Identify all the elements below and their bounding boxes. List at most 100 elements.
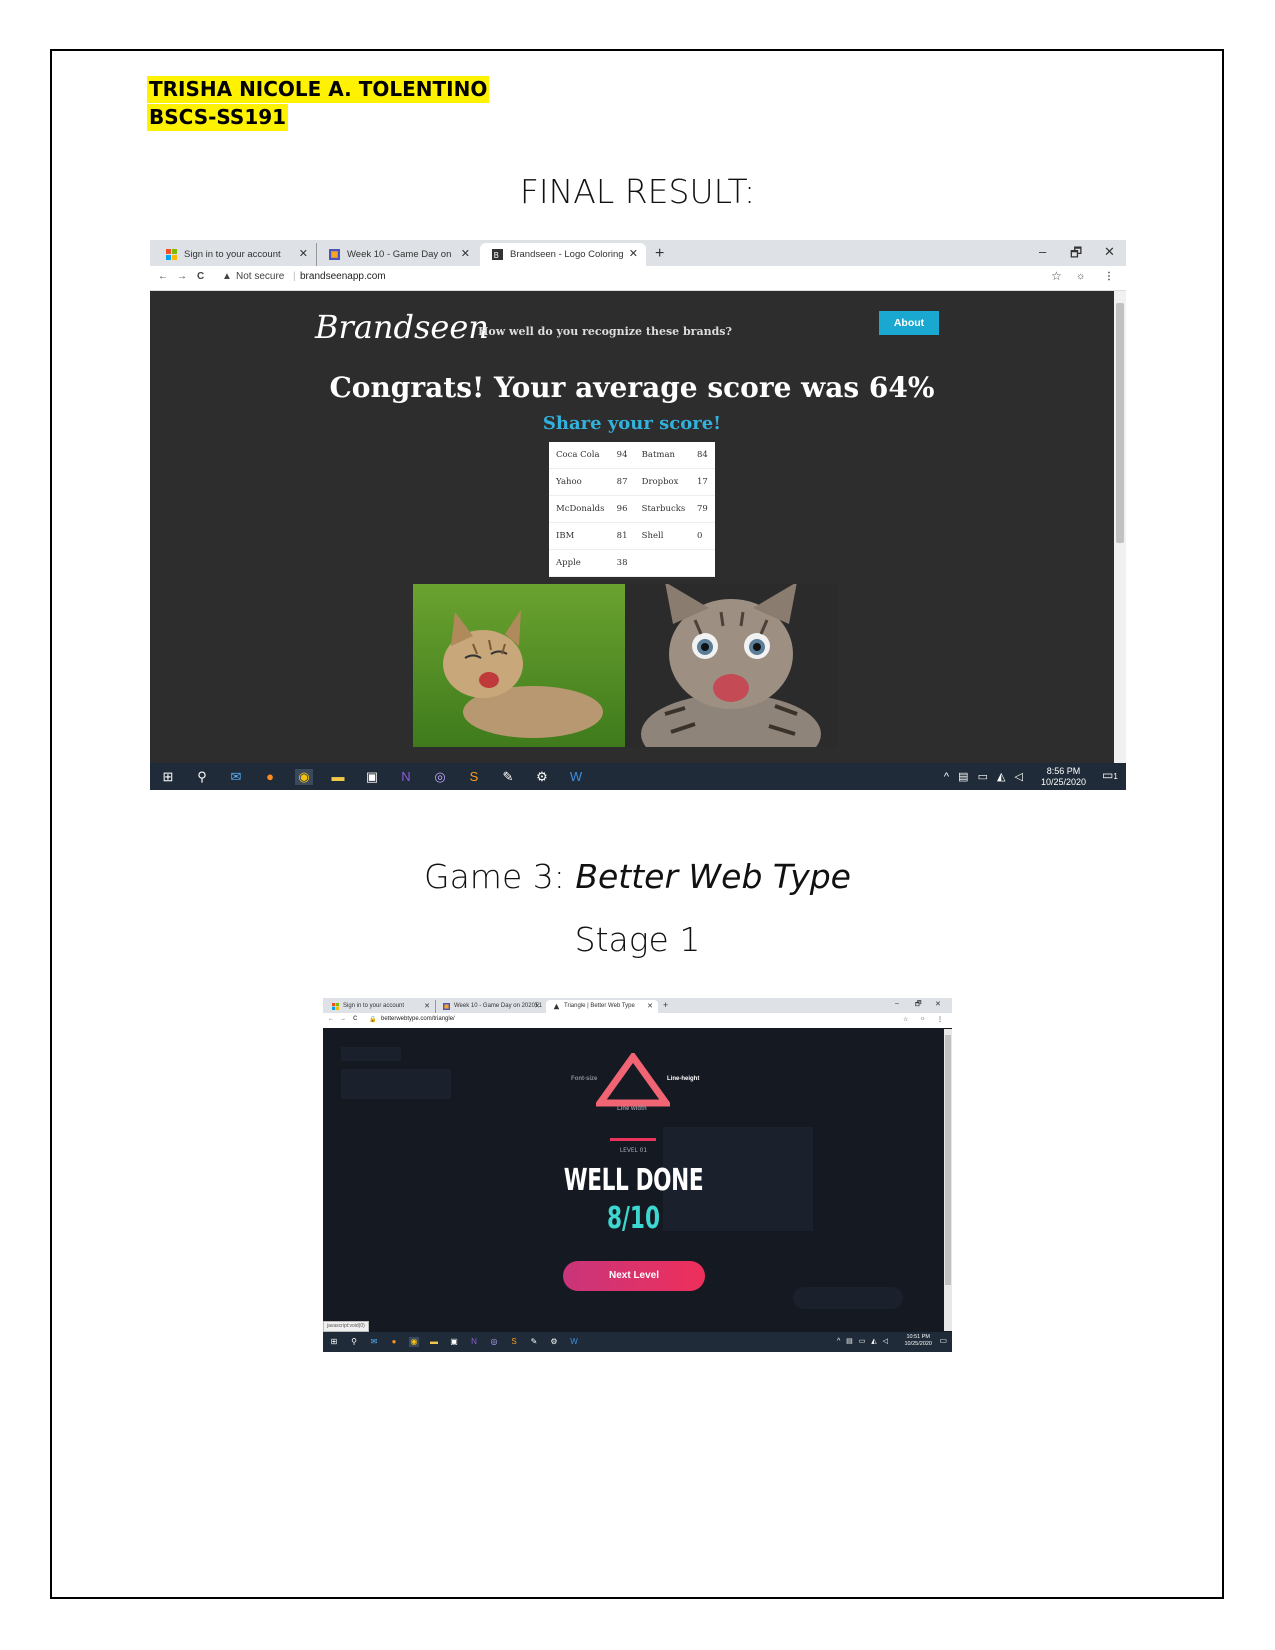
star-icon[interactable]: ☆ xyxy=(1051,269,1062,283)
app-icon[interactable]: ◎ xyxy=(431,769,449,785)
close-window-icon[interactable]: ✕ xyxy=(1104,244,1115,260)
restore-icon[interactable]: 🗗 xyxy=(1070,244,1082,266)
taskbar-clock[interactable]: 10:51 PM 10/25/2020 xyxy=(904,1334,932,1348)
minimize-icon[interactable]: – xyxy=(1039,244,1046,259)
scrollbar[interactable] xyxy=(1114,291,1126,764)
close-icon[interactable]: ✕ xyxy=(299,243,308,266)
brand-score xyxy=(690,549,715,577)
back-icon[interactable]: ← xyxy=(328,1016,334,1022)
settings-icon[interactable]: ⚙ xyxy=(533,769,551,785)
paint-icon[interactable]: ✎ xyxy=(529,1337,539,1347)
close-icon[interactable]: ✕ xyxy=(424,1000,430,1013)
table-row: Apple 38 xyxy=(549,549,715,577)
back-icon[interactable]: ← xyxy=(158,271,168,282)
brand-score: 0 xyxy=(690,522,715,550)
share-score-link[interactable]: Share your score! xyxy=(150,413,1114,434)
close-icon[interactable]: ✕ xyxy=(534,1000,540,1013)
sublime-icon[interactable]: S xyxy=(509,1337,519,1347)
next-level-button[interactable]: Next Level xyxy=(563,1261,705,1291)
background-heading xyxy=(341,1047,401,1061)
sublime-icon[interactable]: S xyxy=(465,769,483,785)
clock-date: 10/25/2020 xyxy=(1040,777,1086,787)
tab-sign-in[interactable]: Sign in to your account ✕ xyxy=(325,1000,435,1013)
word-icon[interactable]: W xyxy=(567,769,585,785)
forward-icon[interactable]: → xyxy=(177,271,187,282)
brand-name: Dropbox xyxy=(634,468,690,496)
tab-week-10[interactable]: Week 10 - Game Day on 2020T1 ✕ xyxy=(435,1000,545,1013)
store-icon[interactable]: ▣ xyxy=(449,1337,459,1347)
line-height-label: Line-height xyxy=(667,1076,700,1082)
reload-icon[interactable]: C xyxy=(353,1016,357,1022)
minimize-icon[interactable]: – xyxy=(895,1000,899,1007)
paint-icon[interactable]: ✎ xyxy=(499,769,517,785)
forward-icon[interactable]: → xyxy=(340,1016,346,1022)
file-explorer-icon[interactable]: ▬ xyxy=(429,1337,439,1347)
windows-start-icon[interactable]: ⊞ xyxy=(159,769,177,785)
brandseen-favicon-icon: B xyxy=(492,249,503,260)
new-tab-button[interactable]: + xyxy=(663,998,668,1013)
onenote-icon[interactable]: N xyxy=(469,1337,479,1347)
chrome-icon[interactable]: ◉ xyxy=(409,1337,419,1347)
tab-brandseen[interactable]: B Brandseen - Logo Coloring Game ✕ xyxy=(480,243,646,283)
close-icon[interactable]: ✕ xyxy=(629,243,638,266)
new-tab-button[interactable]: + xyxy=(655,244,664,264)
firefox-icon[interactable]: ● xyxy=(389,1337,399,1347)
excited-kitten-image xyxy=(625,584,837,747)
firefox-icon[interactable]: ● xyxy=(261,769,279,785)
search-icon[interactable]: ⚲ xyxy=(349,1337,359,1347)
tab-sign-in[interactable]: Sign in to your account ✕ xyxy=(154,243,316,266)
menu-icon[interactable]: ⋮ xyxy=(1104,271,1114,282)
author-name: TRISHA NICOLE A. TOLENTINO xyxy=(147,76,490,103)
brand-name: McDonalds xyxy=(549,495,610,523)
system-tray-icons[interactable]: ^ ▤ ▭ ◭ ◁ xyxy=(837,1337,890,1345)
about-button[interactable]: About xyxy=(879,311,939,335)
scrollbar-thumb[interactable] xyxy=(945,1035,951,1285)
final-result-heading: FINAL RESULT: xyxy=(519,172,756,211)
scrollbar[interactable] xyxy=(944,1029,952,1331)
clock-time: 8:56 PM xyxy=(1046,766,1081,776)
mail-icon[interactable]: ✉ xyxy=(227,769,245,785)
brand-name xyxy=(634,549,690,577)
url-input[interactable]: betterwebtype.com/triangle/ xyxy=(381,1016,455,1022)
close-window-icon[interactable]: ✕ xyxy=(935,1000,941,1008)
tab-week-10[interactable]: Week 10 - Game Day on 2020T1 ✕ xyxy=(316,243,478,283)
notification-icon[interactable]: ▭1 xyxy=(1102,768,1118,784)
status-url: javascript:void(0) xyxy=(323,1321,369,1332)
close-icon[interactable]: ✕ xyxy=(461,243,470,266)
settings-icon[interactable]: ⚙ xyxy=(549,1337,559,1347)
taskbar-clock[interactable]: 8:56 PM 10/25/2020 xyxy=(1041,766,1086,788)
game-heading: Game 3: Better Web Type xyxy=(0,857,1275,896)
extension-icon[interactable]: ☼ xyxy=(1076,271,1085,282)
address-bar: ← → C ▲ Not secure | brandseenapp.com ☆ … xyxy=(150,266,1126,291)
onenote-icon[interactable]: N xyxy=(397,769,415,785)
microsoft-icon xyxy=(166,249,177,260)
extension-icon[interactable]: ☼ xyxy=(920,1016,926,1022)
windows-start-icon[interactable]: ⊞ xyxy=(329,1337,339,1347)
search-icon[interactable]: ⚲ xyxy=(193,769,211,785)
notification-icon[interactable]: ▭ xyxy=(939,1336,947,1345)
menu-icon[interactable]: ⋮ xyxy=(937,1016,943,1023)
star-icon[interactable]: ☆ xyxy=(903,1016,908,1023)
mail-icon[interactable]: ✉ xyxy=(369,1337,379,1347)
brandseen-logo[interactable]: Brandseen xyxy=(315,308,489,346)
restore-icon[interactable]: 🗗 xyxy=(915,1000,922,1011)
brandseen-screenshot: Sign in to your account ✕ Week 10 - Game… xyxy=(150,240,1126,790)
stage-heading: Stage 1 xyxy=(574,920,701,959)
brand-score: 38 xyxy=(609,549,635,577)
reload-icon[interactable]: C xyxy=(197,271,204,282)
scrollbar-thumb[interactable] xyxy=(1116,303,1124,543)
congrats-heading: Congrats! Your average score was 64% xyxy=(329,371,935,404)
close-icon[interactable]: ✕ xyxy=(647,1000,653,1013)
tab-title: Sign in to your account xyxy=(184,249,281,260)
word-icon[interactable]: W xyxy=(569,1337,579,1347)
file-explorer-icon[interactable]: ▬ xyxy=(329,769,347,785)
teams-icon xyxy=(329,249,340,260)
tab-triangle[interactable]: Triangle | Better Web Type ✕ xyxy=(546,1000,658,1013)
font-size-label: Font-size xyxy=(571,1076,598,1082)
lock-icon: 🔒 xyxy=(369,1017,377,1023)
chrome-icon[interactable]: ◉ xyxy=(295,768,313,785)
store-icon[interactable]: ▣ xyxy=(363,769,381,785)
system-tray-icons[interactable]: ^ ▤ ▭ ◭ ◁ xyxy=(944,770,1026,783)
app-icon[interactable]: ◎ xyxy=(489,1337,499,1347)
url-input[interactable]: brandseenapp.com xyxy=(300,271,386,282)
